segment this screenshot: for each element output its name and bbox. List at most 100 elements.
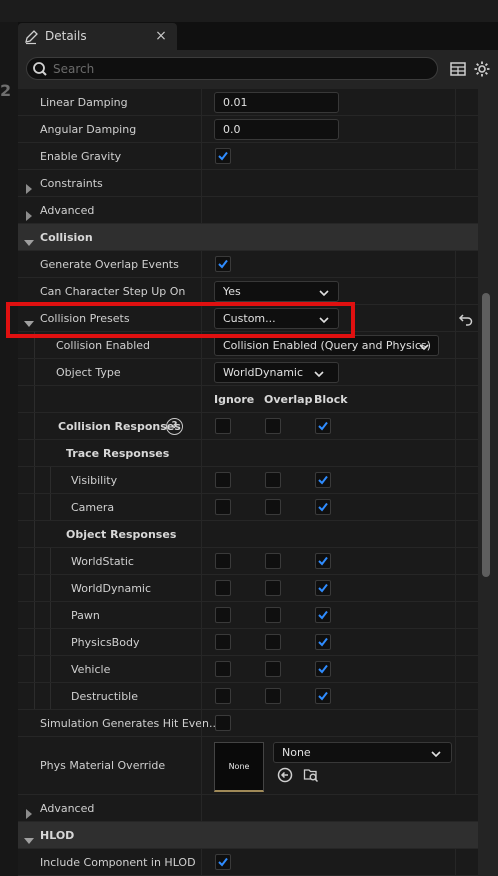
row-response-columns: Ignore Overlap Block (18, 386, 478, 413)
block-checkbox[interactable] (315, 553, 331, 569)
reset-to-default-icon[interactable] (458, 311, 474, 327)
linear-damping-input[interactable]: 0.01 (214, 92, 339, 113)
ignore-checkbox[interactable] (215, 688, 231, 704)
generate-overlap-checkbox[interactable] (215, 256, 231, 272)
tab-title: Details (45, 29, 87, 43)
ignore-checkbox[interactable] (215, 553, 231, 569)
block-checkbox[interactable] (315, 472, 331, 488)
label-collision-responses: Collision Responses (58, 420, 181, 433)
column-block: Block (314, 393, 348, 406)
trace-row-camera: Camera (18, 494, 478, 521)
search-icon (32, 61, 48, 77)
chevron-down-icon (430, 747, 442, 759)
label-advanced: Advanced (40, 204, 95, 217)
gutter-number: 2 (0, 81, 12, 100)
row-constraints[interactable]: Constraints (18, 170, 478, 197)
ignore-checkbox[interactable] (215, 472, 231, 488)
phys-material-dropdown[interactable]: None (273, 742, 452, 763)
block-checkbox[interactable] (315, 634, 331, 650)
collision-enabled-value: Collision Enabled (Query and Physics) (223, 339, 431, 352)
object-row-vehicle: Vehicle (18, 656, 478, 683)
overlap-checkbox[interactable] (265, 661, 281, 677)
search-input[interactable] (53, 59, 423, 78)
channel-label: PhysicsBody (71, 636, 140, 649)
ignore-checkbox[interactable] (215, 661, 231, 677)
ignore-checkbox[interactable] (215, 607, 231, 623)
expand-arrow-icon[interactable] (24, 179, 34, 194)
label-phys-material: Phys Material Override (40, 759, 166, 772)
step-up-value: Yes (223, 285, 241, 298)
channel-label: Destructible (71, 690, 138, 703)
block-checkbox[interactable] (315, 499, 331, 515)
overlap-checkbox[interactable] (265, 499, 281, 515)
ignore-checkbox[interactable] (215, 499, 231, 515)
table-view-icon[interactable] (449, 60, 467, 78)
label-constraints: Constraints (40, 177, 103, 190)
use-selected-asset-icon[interactable] (277, 767, 293, 783)
help-icon[interactable]: ? (166, 418, 183, 435)
responses-block-checkbox[interactable] (315, 418, 331, 434)
chevron-down-icon (313, 367, 325, 379)
label-trace-responses: Trace Responses (66, 447, 170, 460)
block-checkbox[interactable] (315, 607, 331, 623)
channel-label: WorldDynamic (71, 582, 152, 595)
phys-material-value: None (282, 746, 311, 759)
browse-asset-icon[interactable] (303, 767, 319, 783)
channel-label: WorldStatic (71, 555, 134, 568)
sim-hit-checkbox[interactable] (215, 715, 231, 731)
collapse-arrow-icon[interactable] (24, 233, 34, 246)
trace-row-visibility: Visibility (18, 467, 478, 494)
object-row-worldstatic: WorldStatic (18, 548, 478, 575)
row-advanced-collision[interactable]: Advanced (18, 795, 478, 822)
chevron-down-icon (418, 340, 430, 352)
enable-gravity-checkbox[interactable] (215, 148, 231, 164)
row-include-hlod: Include Component in HLOD (18, 849, 478, 876)
overlap-checkbox[interactable] (265, 580, 281, 596)
row-enable-gravity: Enable Gravity (18, 143, 478, 170)
object-type-dropdown[interactable]: WorldDynamic (214, 362, 339, 383)
label-include-hlod: Include Component in HLOD (40, 856, 196, 869)
row-object-responses: Object Responses (18, 521, 478, 548)
row-object-type: Object Type WorldDynamic (18, 359, 478, 386)
gear-icon[interactable] (473, 60, 491, 78)
block-checkbox[interactable] (315, 661, 331, 677)
top-strip (0, 0, 498, 22)
details-window: 2 Details × Linear Damping 0.01 Angular … (0, 0, 498, 876)
category-collision[interactable]: Collision (18, 224, 478, 251)
label-angular-damping: Angular Damping (40, 123, 137, 136)
label-hlod-category: HLOD (40, 829, 75, 842)
step-up-dropdown[interactable]: Yes (214, 281, 339, 302)
ignore-checkbox[interactable] (215, 580, 231, 596)
search-bar[interactable] (26, 57, 438, 80)
column-ignore: Ignore (214, 393, 255, 406)
expand-arrow-icon[interactable] (24, 804, 34, 819)
channel-label: Visibility (71, 474, 118, 487)
row-trace-responses: Trace Responses (18, 440, 478, 467)
label-collision-category: Collision (40, 231, 93, 244)
collapse-arrow-icon[interactable] (24, 831, 34, 844)
block-checkbox[interactable] (315, 580, 331, 596)
vertical-scrollbar[interactable] (482, 293, 490, 577)
tab-details[interactable]: Details × (18, 23, 177, 50)
responses-overlap-checkbox[interactable] (265, 418, 281, 434)
responses-ignore-checkbox[interactable] (215, 418, 231, 434)
block-checkbox[interactable] (315, 688, 331, 704)
channel-label: Camera (71, 501, 115, 514)
expand-arrow-icon[interactable] (24, 206, 34, 221)
close-icon[interactable]: × (154, 27, 168, 45)
collision-enabled-dropdown[interactable]: Collision Enabled (Query and Physics) (214, 335, 439, 356)
highlight-box (6, 302, 355, 338)
include-hlod-checkbox[interactable] (215, 854, 231, 870)
phys-material-thumbnail[interactable]: None (214, 742, 264, 792)
overlap-checkbox[interactable] (265, 472, 281, 488)
category-hlod[interactable]: HLOD (18, 822, 478, 849)
overlap-checkbox[interactable] (265, 688, 281, 704)
ignore-checkbox[interactable] (215, 634, 231, 650)
overlap-checkbox[interactable] (265, 607, 281, 623)
channel-label: Vehicle (71, 663, 111, 676)
overlap-checkbox[interactable] (265, 553, 281, 569)
object-row-worlddynamic: WorldDynamic (18, 575, 478, 602)
angular-damping-input[interactable]: 0.0 (214, 119, 339, 140)
row-advanced-physics[interactable]: Advanced (18, 197, 478, 224)
overlap-checkbox[interactable] (265, 634, 281, 650)
